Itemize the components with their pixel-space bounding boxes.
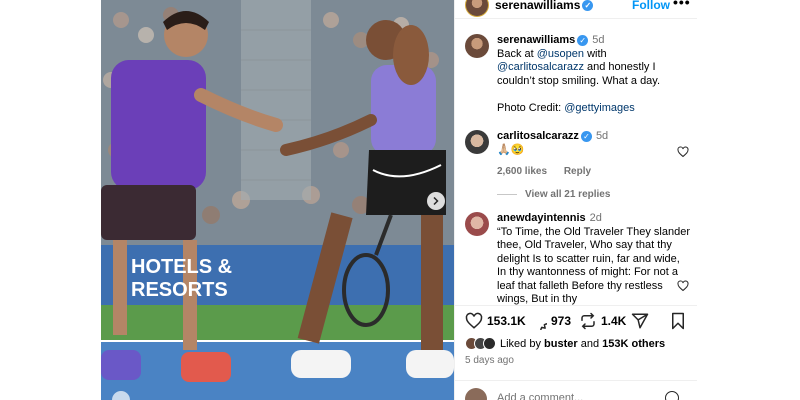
share-button[interactable] [631,312,649,330]
verified-icon: ✓ [580,130,592,142]
author-username[interactable]: serenawilliams ✓ [495,0,594,12]
post-header: serenawilliams ✓ Follow ••• [455,0,698,17]
comment-time: 5d [595,130,609,142]
add-comment-input[interactable] [497,392,657,400]
banner-text-line-2: RESORTS [131,279,228,301]
comment-box-divider [455,380,698,381]
save-button[interactable] [670,312,686,330]
liked-by-prefix: Liked by [500,337,545,350]
more-options-icon[interactable]: ••• [673,0,691,10]
carousel-next-button[interactable] [427,192,445,210]
comment-text: 🙏🏼🥹 [497,143,525,156]
comment-bubble-icon [540,323,547,330]
action-bar: 153.1K 973 1.4K [455,308,698,336]
liked-by-count[interactable]: 153K others [602,338,665,350]
repost-button[interactable]: 1.4K [579,312,626,330]
liker-avatar [483,337,496,350]
follow-button[interactable]: Follow [632,0,670,12]
mention-usopen[interactable]: @usopen [537,48,584,60]
caption-username[interactable]: serenawilliams [497,34,575,46]
send-paper-plane-icon [631,313,649,329]
chevron-right-icon [433,197,439,205]
heart-icon [465,312,483,329]
caption-text-2: with [584,47,607,60]
comment-likes[interactable]: 2,600 likes [497,166,547,177]
post-caption: serenawilliams ✓ 5d Back at @usopen with @… [465,34,691,115]
current-user-avatar [465,388,487,400]
caption-time: 5d [592,34,605,46]
comment-item: anewdayintennis 2d “To Time, the Old Trav… [465,212,691,306]
commenter-avatar[interactable] [465,130,489,154]
comment-text: “To Time, the Old Traveler They slander … [497,225,690,306]
emoji-icon[interactable] [665,391,679,400]
commenter-avatar[interactable] [465,212,489,236]
comment-item: carlitosalcarazz ✓ 5d 🙏🏼🥹 2,600 likes Repl… [465,130,691,179]
author-username-text[interactable]: serenawilliams [495,0,580,12]
verified-icon: ✓ [577,34,589,46]
comment-like-heart-icon[interactable] [677,146,689,158]
comment-button[interactable]: 973 [529,312,571,330]
banner-text-line-1: HOTELS & [131,256,232,278]
add-comment-bar [455,384,698,400]
liked-by-mid: and [577,337,603,350]
mention-carlitosalcarazz[interactable]: @carlitosalcarazz [497,61,584,73]
comments-count: 973 [551,314,572,328]
liked-by: Liked by buster and 153K others [465,337,665,350]
caption-avatar[interactable] [465,34,489,58]
view-replies-button[interactable]: View all 21 replies [497,189,610,200]
caption-text-1: Back at [497,47,537,60]
page-margin-right [697,0,800,400]
author-avatar[interactable] [465,0,489,17]
header-divider [455,18,698,19]
post-details-panel: serenawilliams ✓ Follow ••• serenawilliam… [454,0,698,400]
post-photo[interactable]: HOTELS & RESORTS [101,0,454,400]
tennis-photo-illustration: HOTELS & RESORTS [101,0,454,400]
verified-icon: ✓ [582,0,594,12]
repost-icon [581,312,595,330]
actions-divider [455,305,698,306]
mention-gettyimages[interactable]: @gettyimages [564,102,634,114]
post-date: 5 days ago [465,355,514,366]
comment-like-heart-icon[interactable] [677,280,689,292]
bookmark-icon [672,312,684,330]
reposts-count: 1.4K [601,314,627,328]
comment-username[interactable]: carlitosalcarazz [497,130,579,142]
liked-by-user[interactable]: buster [544,338,578,350]
likes-count: 153.1K [487,314,526,328]
reply-button[interactable]: Reply [564,166,591,177]
page-margin-left [0,0,101,400]
comment-time: 2d [589,212,602,224]
like-button[interactable]: 153.1K [465,312,526,330]
photo-credit-label: Photo Credit: [497,101,565,114]
comment-username[interactable]: anewdayintennis [497,212,586,224]
